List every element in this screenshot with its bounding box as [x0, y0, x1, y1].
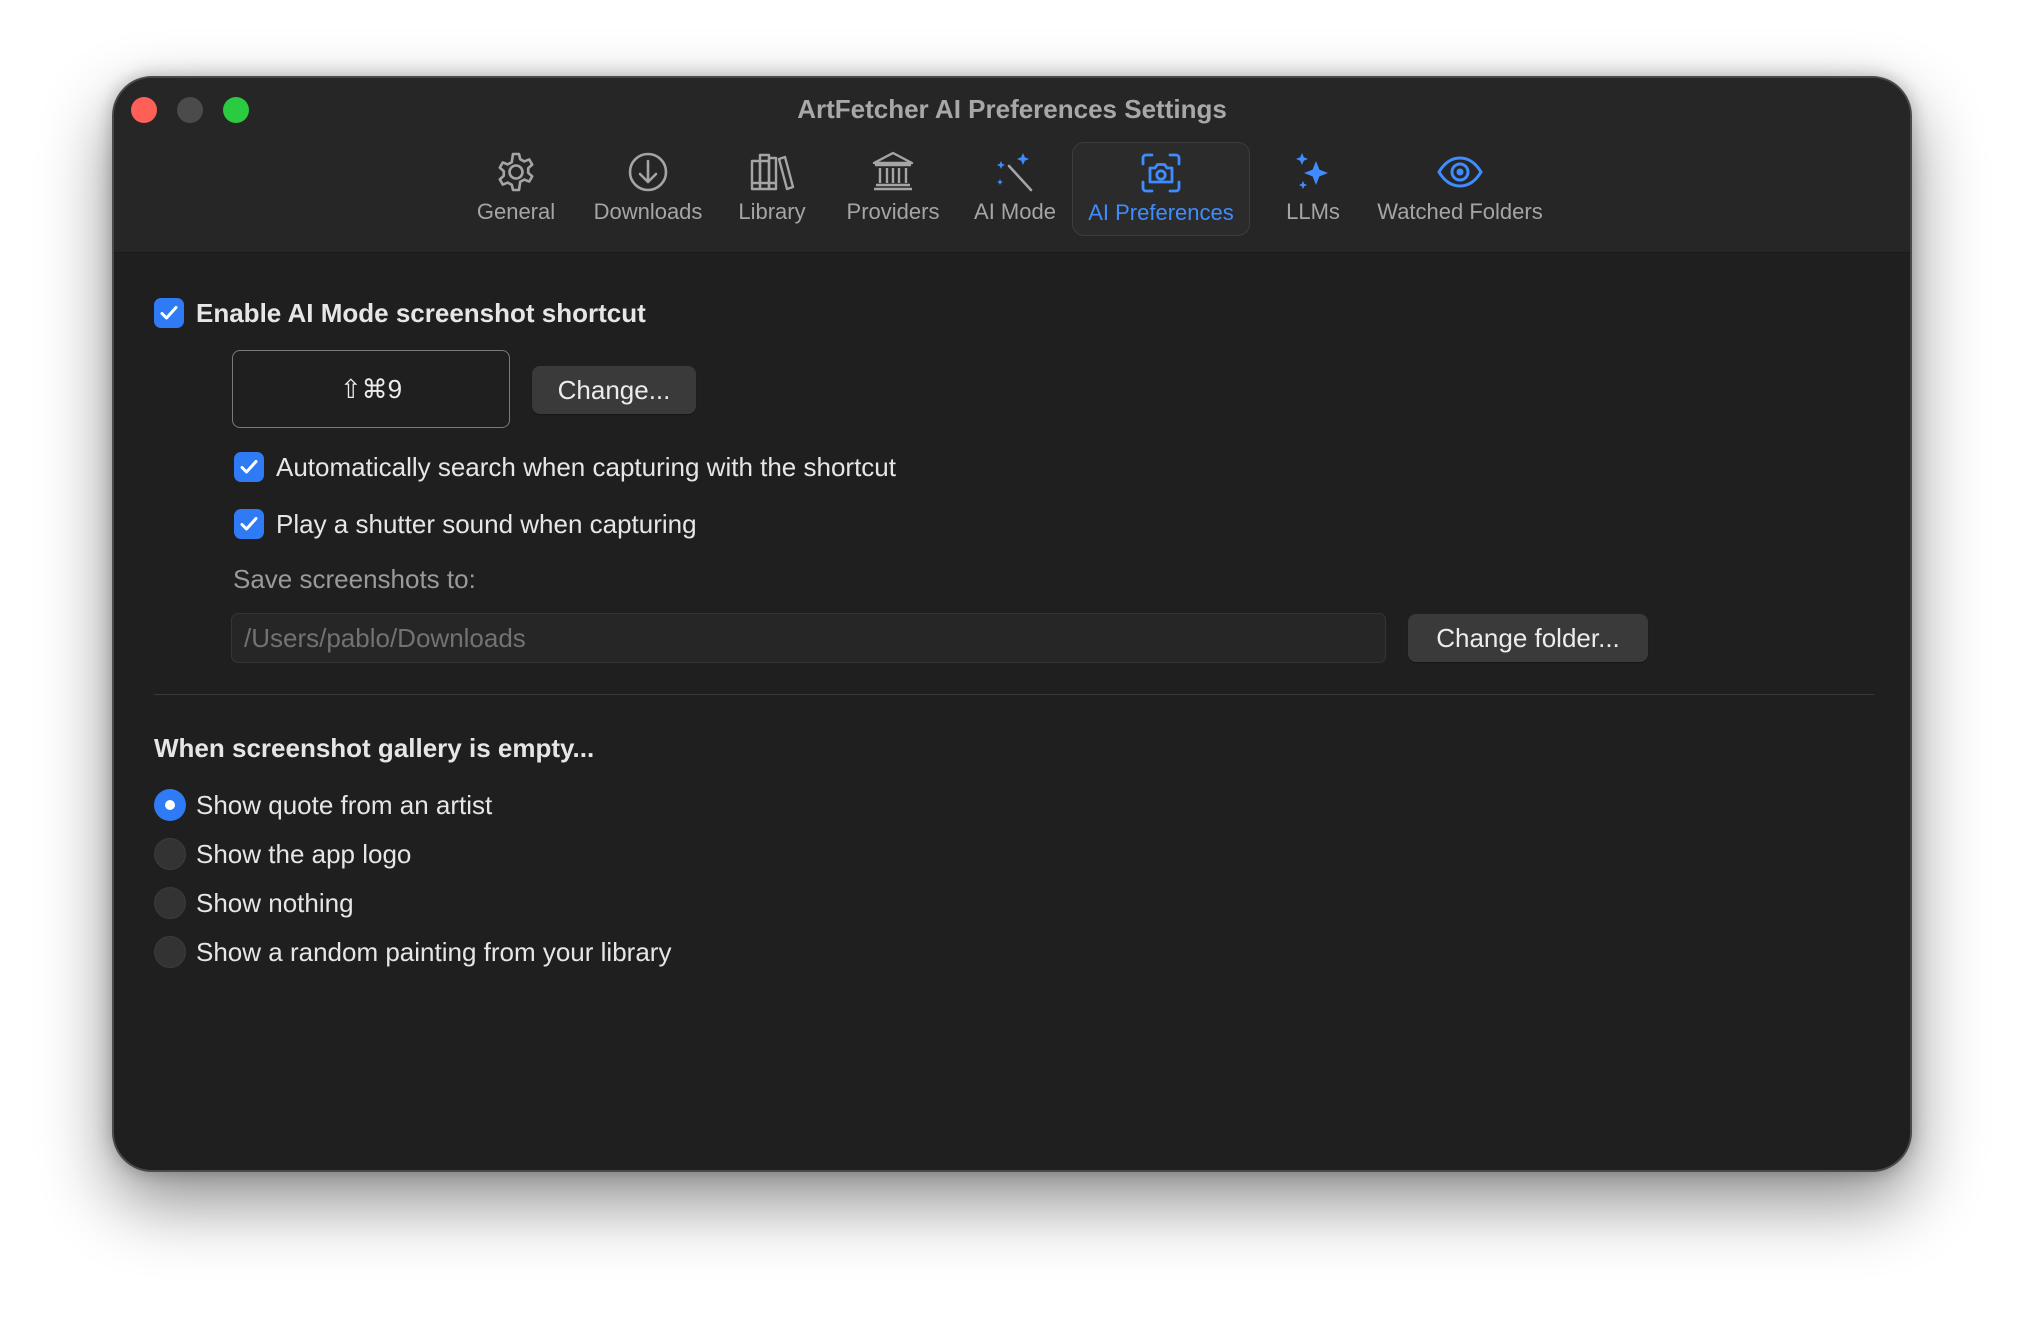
tab-ai-preferences[interactable]: AI Preferences [1072, 142, 1250, 236]
preferences-window: ArtFetcher AI Preferences Settings Gener… [112, 76, 1912, 1172]
auto-search-checkbox[interactable] [234, 452, 264, 482]
bank-icon [872, 151, 914, 191]
gallery-heading: When screenshot gallery is empty... [154, 733, 595, 763]
tab-label: AI Preferences [1088, 200, 1234, 225]
radio-show-random-painting[interactable] [154, 936, 186, 968]
eye-icon [1437, 156, 1483, 188]
checkmark-icon [160, 306, 178, 320]
camera-viewfinder-icon [1141, 153, 1181, 193]
magic-wand-icon [997, 153, 1033, 192]
tab-providers[interactable]: Providers [837, 142, 949, 236]
change-shortcut-button[interactable]: Change... [532, 366, 696, 414]
tab-label: Watched Folders [1377, 199, 1543, 224]
tab-general[interactable]: General [472, 142, 560, 236]
radio-label: Show a random painting from your library [196, 937, 672, 967]
enable-shortcut-label: Enable AI Mode screenshot shortcut [196, 298, 646, 328]
tab-downloads[interactable]: Downloads [586, 142, 710, 236]
radio-label: Show quote from an artist [196, 790, 493, 820]
shutter-sound-label: Play a shutter sound when capturing [276, 509, 697, 539]
tab-ai-mode[interactable]: AI Mode [966, 142, 1064, 236]
tab-label: General [476, 199, 556, 224]
radio-label: Show nothing [196, 888, 354, 918]
sparkles-icon [1296, 153, 1328, 189]
tab-label: Library [738, 199, 806, 224]
tab-library[interactable]: Library [728, 142, 816, 236]
save-path-field: /Users/pablo/Downloads [231, 613, 1386, 663]
books-icon [750, 153, 795, 191]
section-divider [154, 694, 1874, 695]
checkmark-icon [240, 460, 258, 474]
tab-label: LLMs [1286, 199, 1340, 224]
radio-label: Show the app logo [196, 839, 412, 869]
window-title: ArtFetcher AI Preferences Settings [797, 94, 1227, 124]
tab-label: Downloads [593, 199, 703, 224]
radio-show-quote[interactable] [154, 789, 186, 821]
enable-shortcut-checkbox[interactable] [154, 298, 184, 328]
save-location-label: Save screenshots to: [233, 564, 476, 594]
tab-label: Providers [846, 199, 940, 224]
tab-llms[interactable]: LLMs [1274, 142, 1352, 236]
shortcut-recorder-field[interactable]: ⇧⌘9 [232, 350, 510, 428]
download-icon [628, 152, 668, 192]
checkmark-icon [240, 517, 258, 531]
change-folder-button[interactable]: Change folder... [1408, 614, 1648, 662]
gear-icon [498, 152, 534, 192]
auto-search-label: Automatically search when capturing with… [276, 452, 896, 482]
radio-show-nothing[interactable] [154, 887, 186, 919]
shutter-sound-checkbox[interactable] [234, 509, 264, 539]
tab-label: AI Mode [974, 199, 1056, 224]
radio-show-logo[interactable] [154, 838, 186, 870]
tab-watched-folders[interactable]: Watched Folders [1366, 142, 1554, 236]
